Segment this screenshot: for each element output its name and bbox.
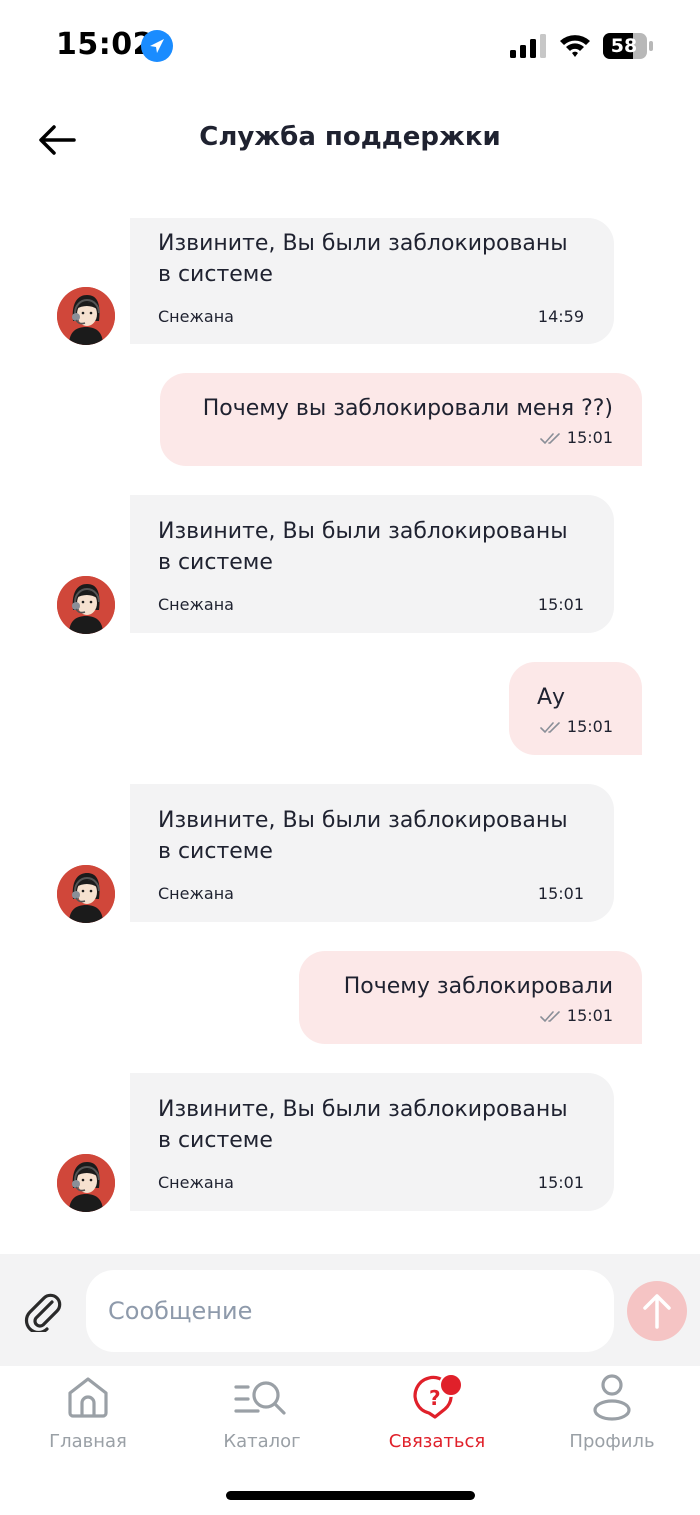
agent-avatar xyxy=(57,865,115,923)
double-check-icon xyxy=(540,1011,560,1023)
paperclip-icon xyxy=(24,1293,62,1335)
tab-contact[interactable]: ? Связаться xyxy=(367,1373,507,1463)
svg-text:?: ? xyxy=(429,1386,441,1410)
incoming-message: Извините, Вы были заблокированы в систем… xyxy=(130,218,614,344)
home-indicator[interactable] xyxy=(226,1491,475,1500)
message-sender: Снежана xyxy=(158,307,234,326)
message-time: 15:01 xyxy=(537,884,584,903)
home-icon xyxy=(68,1377,108,1418)
tab-label: Главная xyxy=(49,1431,127,1452)
message-sender: Снежана xyxy=(158,884,234,903)
tab-profile[interactable]: Профиль xyxy=(542,1373,682,1463)
message-text-line: Извините, Вы были заблокированы xyxy=(158,231,568,256)
message-text-line: в системе xyxy=(158,550,273,575)
message-time: 15:01 xyxy=(537,1173,584,1192)
message-time: 14:59 xyxy=(537,307,584,326)
profile-icon xyxy=(593,1374,631,1421)
message-text-line: Извините, Вы были заблокированы xyxy=(158,808,568,833)
cellular-signal-icon xyxy=(510,34,546,58)
tab-label: Профиль xyxy=(569,1431,655,1452)
attach-button[interactable] xyxy=(22,1290,64,1335)
tab-label: Каталог xyxy=(223,1431,301,1452)
location-arrow-icon xyxy=(141,30,173,62)
message-sender: Снежана xyxy=(158,1173,234,1192)
incoming-message: Извините, Вы были заблокированы в систем… xyxy=(130,495,614,633)
message-text-line: Извините, Вы были заблокированы xyxy=(158,519,568,544)
message-time: 15:01 xyxy=(566,1006,613,1025)
send-button[interactable] xyxy=(627,1281,687,1341)
outgoing-message: Почему вы заблокировали меня ??) 15:01 xyxy=(160,373,642,466)
message-sender: Снежана xyxy=(158,595,234,614)
agent-avatar xyxy=(57,1154,115,1212)
message-text-line: в системе xyxy=(158,1128,273,1153)
catalog-search-icon xyxy=(234,1381,286,1415)
agent-avatar xyxy=(57,576,115,634)
incoming-message: Извините, Вы были заблокированы в систем… xyxy=(130,784,614,922)
tab-catalog[interactable]: Каталог xyxy=(192,1373,332,1463)
message-text-line: в системе xyxy=(158,262,273,287)
incoming-message: Извините, Вы были заблокированы в систем… xyxy=(130,1073,614,1211)
agent-avatar xyxy=(57,287,115,345)
message-text: Ау xyxy=(537,685,566,710)
support-chat-icon: ? xyxy=(413,1373,463,1419)
message-text: Почему вы заблокировали меня ??) xyxy=(202,396,613,421)
double-check-icon xyxy=(540,722,560,734)
tab-label: Связаться xyxy=(388,1431,486,1452)
message-input[interactable] xyxy=(86,1270,614,1352)
message-text-line: в системе xyxy=(158,839,273,864)
tab-home[interactable]: Главная xyxy=(18,1373,158,1463)
outgoing-message: Почему заблокировали 15:01 xyxy=(299,951,642,1044)
status-time: 15:02 xyxy=(56,27,154,62)
message-time: 15:01 xyxy=(566,428,613,447)
wifi-icon xyxy=(560,35,590,57)
double-check-icon xyxy=(540,433,560,445)
status-bar: 15:02 58 xyxy=(0,0,700,95)
page-title: Служба поддержки xyxy=(199,122,501,152)
outgoing-message: Ау 15:01 xyxy=(509,662,642,755)
message-text-line: Извините, Вы были заблокированы xyxy=(158,1097,568,1122)
message-time: 15:01 xyxy=(566,717,613,736)
message-time: 15:01 xyxy=(537,595,584,614)
arrow-up-icon xyxy=(643,1294,671,1329)
message-text: Почему заблокировали xyxy=(343,974,613,999)
battery-level: 58 xyxy=(610,35,638,57)
